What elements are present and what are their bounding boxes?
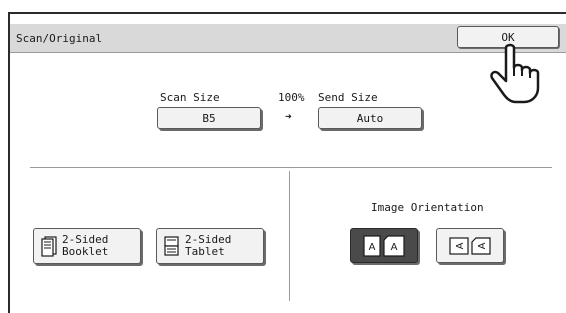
scan-size-value: B5 [202,111,216,125]
booklet-icon [41,236,57,257]
orientation-landscape-button[interactable]: A A [436,228,504,263]
window-title: Scan/Original [16,32,103,45]
ratio-label: 100% [278,91,305,104]
scan-size-button[interactable]: B5 [157,107,261,129]
two-sided-tablet-button[interactable]: 2-Sided Tablet [156,228,264,264]
send-size-label: Send Size [318,91,378,104]
send-size-button[interactable]: Auto [318,107,422,129]
horizontal-divider [30,167,552,168]
booklet-label-line2: Booklet [62,245,109,258]
orientation-upright-icon: A A [363,234,405,257]
pointing-hand-icon [490,43,540,104]
vertical-divider [289,171,290,301]
orientation-portrait-button[interactable]: A A [350,228,418,263]
orientation-upright-glyph-2: A [391,242,398,253]
orientation-upright-glyph-1: A [369,242,376,253]
tablet-label: 2-Sided Tablet [185,234,231,258]
booklet-label: 2-Sided Booklet [62,234,108,258]
two-sided-booklet-button[interactable]: 2-Sided Booklet [33,228,141,264]
image-orientation-label: Image Orientation [371,201,484,214]
orientation-rotated-glyph-1: A [455,242,466,249]
send-size-value: Auto [356,111,384,125]
tablet-icon [164,236,179,256]
tablet-label-line2: Tablet [185,245,225,258]
dialog-frame [8,12,566,313]
orientation-rotated-glyph-2: A [477,242,488,249]
arrow-right-icon: ➜ [285,110,292,123]
scan-size-label: Scan Size [160,91,220,104]
orientation-rotated-icon: A A [449,236,491,255]
